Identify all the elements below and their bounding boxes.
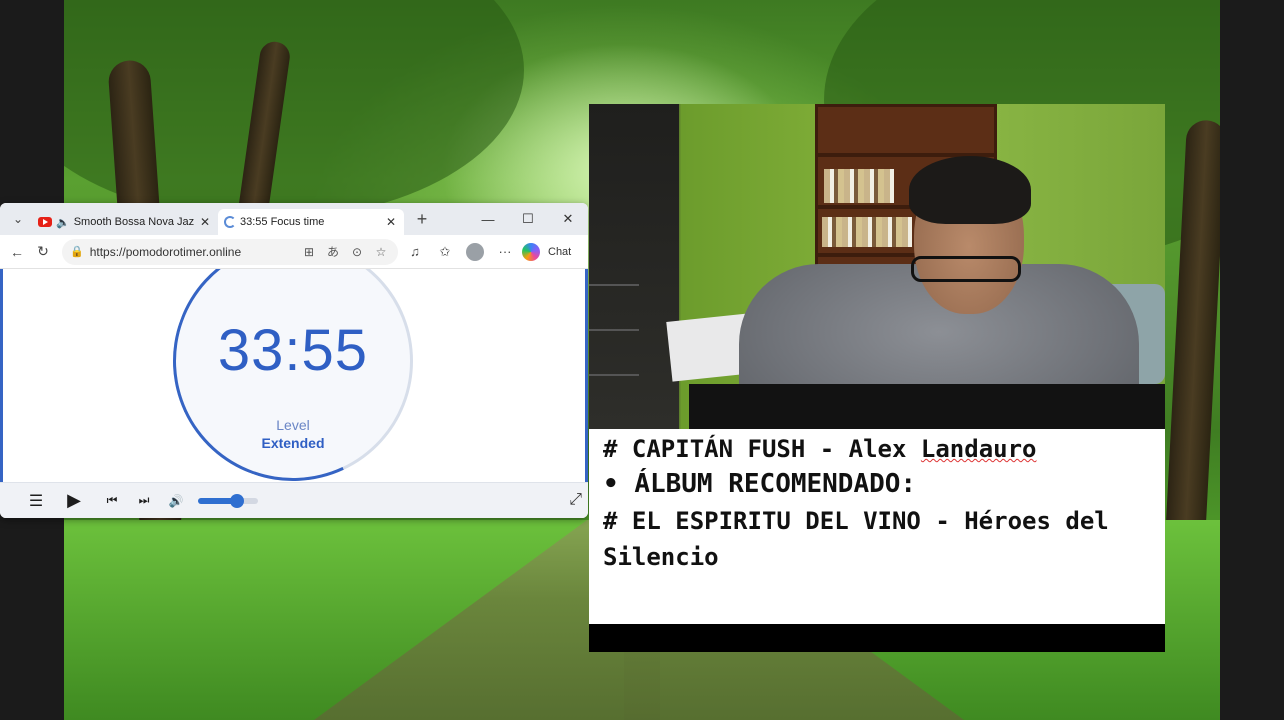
fullscreen-icon[interactable]: ⤢ [569,491,582,509]
favorites-icon[interactable]: ✩ [432,244,458,260]
wardrobe [589,104,679,429]
webcam-feed [589,104,1165,429]
speaker-icon[interactable]: 🔈 [56,216,70,229]
back-button[interactable]: ← [6,244,28,260]
volume-slider-handle[interactable] [230,493,244,508]
bullet-icon: • [603,469,619,499]
translate-icon[interactable]: あ [324,243,342,260]
play-button[interactable]: ▶ [58,490,90,511]
new-tab-button[interactable]: + [408,209,436,230]
favorite-star-icon[interactable]: ☆ [372,245,390,259]
close-icon[interactable]: ✕ [198,215,212,229]
copilot-icon[interactable] [522,242,540,261]
monitor [689,384,1165,429]
books [822,217,912,247]
site-info-icon[interactable]: 🔒 [70,245,84,258]
captions-panel: # CAPITÁN FUSH - Alex Landauro • ÁLBUM R… [589,429,1165,624]
caption-bottom-bar [589,624,1165,652]
tab-title: Smooth Bossa Nova Jazz [73,216,194,228]
youtube-icon [38,217,52,227]
loading-spinner-icon [224,216,236,228]
tab-bar: ⌄ 🔈 Smooth Bossa Nova Jazz ✕ 33:55 Focus… [0,203,588,235]
previous-track-button[interactable]: ⏮ [96,493,128,508]
maximize-button[interactable]: ☐ [508,211,548,227]
drawer [589,374,639,414]
browser-window: ⌄ 🔈 Smooth Bossa Nova Jazz ✕ 33:55 Focus… [0,203,588,518]
minimize-button[interactable]: — [468,212,508,227]
profile-avatar[interactable] [466,242,484,261]
next-track-button[interactable]: ⏭ [128,493,160,508]
tab-title: 33:55 Focus time [240,216,325,228]
copilot-chat-label[interactable]: Chat [548,246,571,258]
close-window-button[interactable]: ✕ [548,211,588,227]
address-bar-row: ← ↻ 🔒 https://pomodorotimer.online ⊞ あ ⊙… [0,235,588,269]
media-control-icon[interactable]: ♫ [402,244,428,259]
tab-focus-time[interactable]: 33:55 Focus time ✕ [218,209,404,235]
books [824,169,894,203]
caption-title-prefix: # CAPITÁN FUSH - Alex [603,435,921,463]
address-bar[interactable]: 🔒 https://pomodorotimer.online ⊞ あ ⊙ ☆ [62,238,398,265]
tab-bossa-nova[interactable]: 🔈 Smooth Bossa Nova Jazz ✕ [32,209,218,235]
volume-icon[interactable]: 🔊 [160,494,192,508]
timer-display: 33:55 [217,318,369,383]
tab-actions-chevron-icon[interactable]: ⌄ [4,208,32,230]
caption-album-name: # EL ESPIRITU DEL VINO - Héroes del Sile… [603,507,1109,571]
timer-page: 33:55 Level Extended [0,269,588,482]
window-controls: — ☐ ✕ [468,203,588,235]
person-glasses [911,256,1021,282]
app-available-icon[interactable]: ⊞ [300,245,318,259]
playlist-menu-icon[interactable]: ☰ [20,491,52,511]
level-value[interactable]: Extended [173,435,413,451]
more-tools-icon[interactable]: ⊙ [348,245,366,259]
close-icon[interactable]: ✕ [384,215,398,229]
more-options-icon[interactable]: ··· [492,244,518,259]
person-hair [909,156,1031,224]
caption-album-heading: • ÁLBUM RECOMENDADO: [603,469,1151,499]
url-text[interactable]: https://pomodorotimer.online [90,245,294,259]
drawer [589,284,639,324]
media-player-bar: ☰ ▶ ⏮ ⏭ 🔊 ⤢ [0,482,588,518]
caption-album-heading-text: ÁLBUM RECOMENDADO: [634,469,917,499]
level-label: Level [276,417,310,433]
refresh-button[interactable]: ↻ [32,243,54,260]
drawer [589,329,639,369]
caption-title: # CAPITÁN FUSH - Alex Landauro [603,435,1151,463]
caption-title-name: Landauro [920,435,1037,463]
volume-slider[interactable] [198,493,258,508]
